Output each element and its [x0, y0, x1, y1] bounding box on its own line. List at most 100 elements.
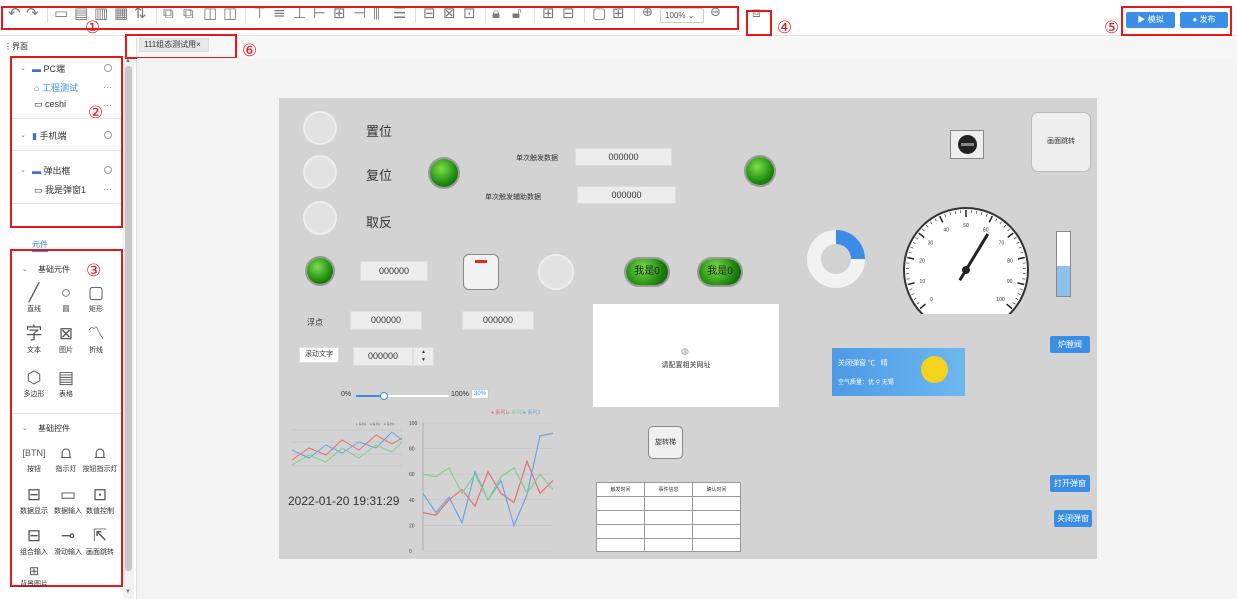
- stepper-input[interactable]: 000000: [353, 347, 413, 366]
- tree-group-mobile[interactable]: ▮ 手机端: [32, 129, 66, 142]
- tab-page[interactable]: 111组态测试用×: [139, 38, 209, 52]
- align-top-icon[interactable]: ⊤: [253, 6, 266, 21]
- add-icon[interactable]: [104, 131, 112, 139]
- split-icon[interactable]: ⊟: [562, 6, 575, 21]
- button-indicator-1[interactable]: 我是0: [626, 259, 668, 285]
- button-fan[interactable]: 炉膛阀: [1050, 336, 1090, 353]
- unlock-icon[interactable]: 🔓︎: [512, 6, 522, 21]
- slider-max-label: 100%: [451, 391, 469, 398]
- combine-icon[interactable]: ⊞: [542, 6, 555, 21]
- align-right-icon[interactable]: ⊣: [353, 6, 366, 21]
- design-canvas[interactable]: 置位 复位 取反 单次触发数据 000000 单次触发辅助数据 000000 画…: [279, 98, 1097, 559]
- more-icon[interactable]: ···: [103, 184, 112, 194]
- section-basic-elements[interactable]: 基础元件: [38, 264, 70, 275]
- component-polyline[interactable]: 〽折线: [76, 323, 116, 355]
- redo-icon[interactable]: ↷: [26, 6, 39, 21]
- axis-tick-label: 40: [409, 498, 415, 504]
- tree-item-popup1[interactable]: ▭ 我是弹窗1: [34, 183, 86, 196]
- align-center-icon[interactable]: ⊞: [333, 6, 346, 21]
- send-back-icon[interactable]: ◫: [223, 6, 237, 21]
- component-rect[interactable]: ▢ 矩形: [76, 282, 116, 314]
- bring-front-icon[interactable]: ◫: [203, 6, 217, 21]
- ungroup-icon[interactable]: ⧉: [183, 6, 194, 21]
- slider-badge: 30%: [471, 389, 490, 399]
- preview-icon[interactable]: ⧈: [752, 6, 761, 20]
- align-left-icon[interactable]: ⊢: [313, 6, 326, 21]
- more-icon[interactable]: ···: [103, 100, 112, 110]
- align-bottom-icon[interactable]: ⊥: [293, 6, 306, 21]
- grid-icon[interactable]: ▢: [592, 6, 606, 21]
- tree-item-label: 工程测试: [41, 83, 78, 93]
- add-icon[interactable]: [104, 64, 112, 72]
- same-width-icon[interactable]: ⊟: [423, 6, 436, 21]
- slider-thumb[interactable]: [380, 392, 388, 400]
- button-indicator-2[interactable]: 我是0: [699, 259, 741, 285]
- component-page-jump[interactable]: ⇱ 画面跳转: [80, 525, 120, 557]
- chevron-down-icon[interactable]: ⌄: [22, 265, 28, 273]
- tree-group-pc[interactable]: ▬ PC端: [32, 62, 65, 75]
- delete-icon[interactable]: ▦: [114, 6, 128, 21]
- align-middle-icon[interactable]: ≡: [273, 6, 286, 21]
- undo-icon[interactable]: ↶: [8, 6, 21, 21]
- button-close-popup[interactable]: 关闭弹窗: [1054, 510, 1092, 527]
- circle-button-set[interactable]: [303, 111, 337, 145]
- stepper-arrows[interactable]: ▲ ▼: [413, 347, 434, 366]
- zoom-in-icon[interactable]: ⊕: [642, 6, 653, 19]
- float-input-2[interactable]: 000000: [462, 311, 534, 330]
- add-icon[interactable]: [104, 166, 112, 174]
- component-button-indicator[interactable]: ⩍ 按钮指示灯: [80, 442, 120, 474]
- iframe-placeholder: ◍ 请配置相关网址: [593, 304, 779, 407]
- section-basic-controls[interactable]: 基础控件: [38, 423, 70, 434]
- tree-item-project-test[interactable]: ⌂ 工程测试: [34, 81, 78, 94]
- toolbar: ↶ ↷ ▭ ▤ ▥ ▦ ⇅ ⧉ ⧉ ◫ ◫ ⊤ ≡ ⊥ ⊢ ⊞ ⊣ ⫼ ☰ ⊟ …: [0, 0, 1237, 36]
- gauge-tick-label: 40: [943, 228, 949, 234]
- component-background-image[interactable]: ⊞ 背景图片: [14, 564, 54, 589]
- publish-button[interactable]: ● 发布: [1180, 12, 1228, 28]
- tree-group-label: PC端: [43, 64, 66, 74]
- gauge-tick-label: 60: [983, 228, 989, 234]
- single-trigger-aux-input[interactable]: 000000: [577, 186, 676, 204]
- chevron-down-icon[interactable]: ⌄: [22, 424, 28, 432]
- float-input[interactable]: 000000: [350, 311, 422, 330]
- tree-group-popup[interactable]: ▬ 弹出框: [32, 164, 71, 177]
- button-open-popup[interactable]: 打开弹窗: [1050, 475, 1090, 492]
- close-icon[interactable]: ×: [196, 40, 201, 49]
- zoom-out-icon[interactable]: ⊖: [710, 6, 721, 19]
- monitor-icon: ▭: [34, 99, 43, 109]
- sidebar-scrollbar[interactable]: ▲ ▼: [123, 58, 134, 599]
- chevron-down-icon[interactable]: ⌄: [20, 166, 26, 174]
- rotary-switch[interactable]: [950, 130, 984, 159]
- distribute-h-icon[interactable]: ⫼: [373, 6, 380, 21]
- same-height-icon[interactable]: ⊠: [443, 6, 456, 21]
- gauge: 0 10 20 30 40 50 60 70 80 90 100: [903, 207, 1029, 314]
- single-trigger-input[interactable]: 000000: [575, 148, 672, 166]
- tab-components[interactable]: 元件: [32, 239, 48, 252]
- save-icon[interactable]: ▭: [54, 6, 68, 21]
- zoom-select[interactable]: 100% ⌄: [660, 8, 704, 23]
- more-icon[interactable]: ···: [103, 82, 112, 92]
- tree-item-ceshi[interactable]: ▭ ceshi: [34, 99, 66, 110]
- distribute-v-icon[interactable]: ☰: [393, 6, 406, 21]
- lock-icon[interactable]: 🔒︎: [492, 6, 500, 21]
- slider-track[interactable]: [356, 392, 449, 400]
- table-header: 事件信息: [645, 483, 693, 496]
- component-table[interactable]: ▤ 表格: [46, 367, 86, 399]
- chevron-down-icon[interactable]: ⌄: [20, 64, 26, 72]
- component-value-control[interactable]: ⊡ 数值控制: [80, 484, 120, 516]
- chevron-down-icon[interactable]: ⌄: [20, 131, 26, 139]
- datetime-display: 2022-01-20 19:31:29: [288, 494, 400, 508]
- series-line: [422, 459, 554, 516]
- circle-button-reset[interactable]: [303, 155, 337, 189]
- gauge-tick-label: 50: [963, 223, 969, 229]
- group-icon[interactable]: ⧉: [163, 6, 174, 21]
- tabbar: [137, 36, 1237, 58]
- page-jump-button[interactable]: 画面跳转: [1032, 113, 1090, 171]
- grid-fine-icon[interactable]: ⊞: [612, 6, 625, 21]
- sort-icon[interactable]: ⇅: [134, 6, 147, 21]
- toggle-switch[interactable]: [463, 254, 499, 290]
- same-size-icon[interactable]: ⊡: [463, 6, 476, 21]
- rotate-button[interactable]: 旋转梯: [648, 426, 683, 459]
- circle-button-invert[interactable]: [303, 201, 337, 235]
- simulate-button[interactable]: ▶ 模拟: [1126, 12, 1175, 28]
- label-single-trigger-aux: 单次触发辅助数据: [485, 194, 541, 201]
